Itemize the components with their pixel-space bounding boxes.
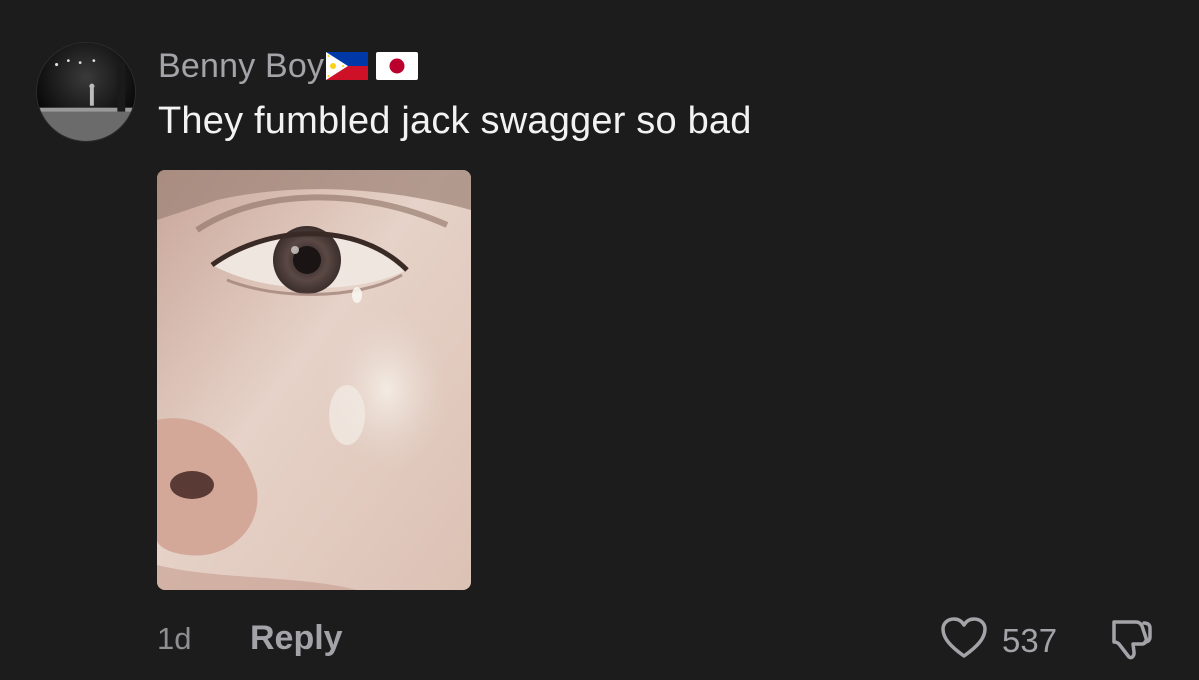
comment-footer: 1d Reply 537	[0, 608, 1199, 668]
timestamp: 1d	[157, 621, 192, 656]
comment-card: Benny Boy They fumbled jack swagger so b…	[0, 0, 1199, 680]
heart-outline-icon[interactable]	[940, 616, 988, 665]
like-button[interactable]: 537	[940, 616, 1057, 665]
username[interactable]: Benny Boy	[158, 47, 324, 86]
philippines-flag-icon	[326, 52, 369, 80]
crying-eye-reaction-image[interactable]	[157, 170, 471, 590]
avatar[interactable]	[36, 42, 136, 142]
username-row: Benny Boy	[158, 44, 419, 88]
thumbs-down-outline-icon[interactable]	[1106, 616, 1156, 667]
like-count: 537	[1002, 621, 1058, 659]
reply-button[interactable]: Reply	[250, 619, 343, 658]
comment-text: They fumbled jack swagger so bad	[158, 100, 752, 142]
japan-flag-icon	[376, 52, 419, 80]
